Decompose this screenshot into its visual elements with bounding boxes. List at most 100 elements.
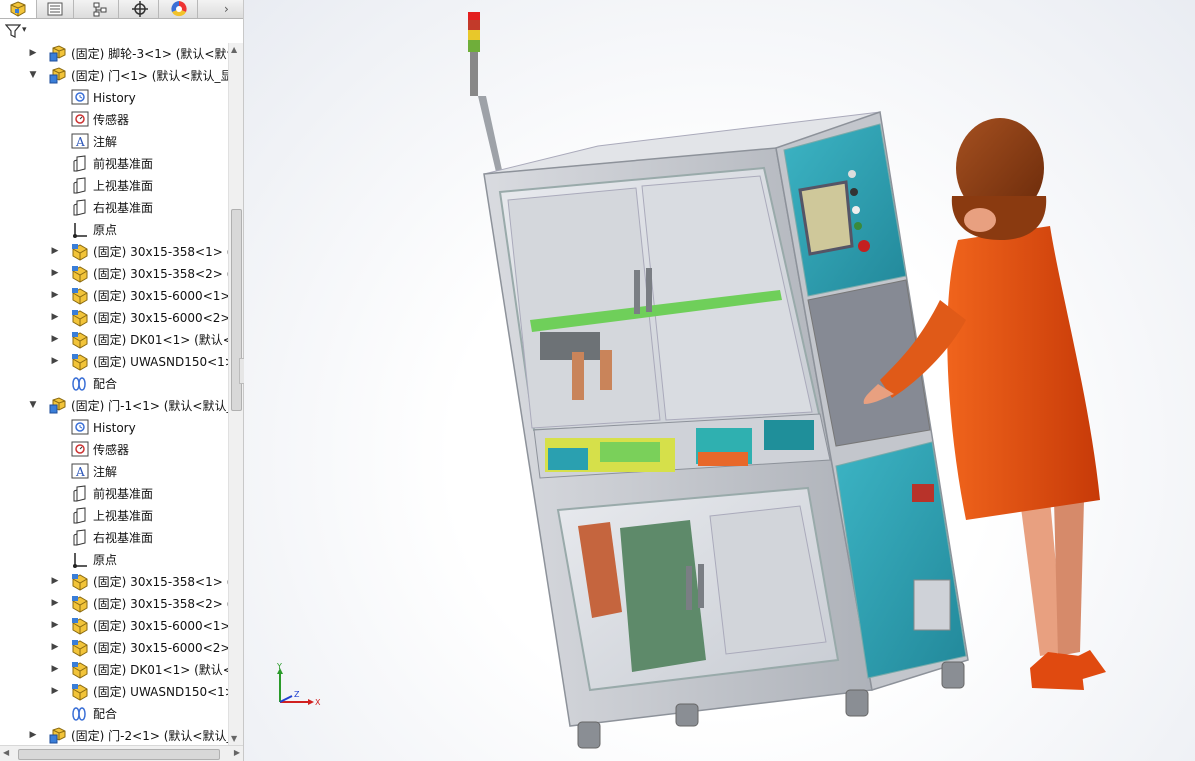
tree-item-label: 前视基准面 [93, 157, 154, 171]
annotation-icon: A [71, 463, 89, 481]
tree-item-label: (固定) UWASND150<1> [93, 355, 228, 369]
expand-arrow-icon[interactable]: ▶ [50, 576, 60, 586]
part-icon [71, 661, 89, 679]
dimxpert-icon [132, 1, 148, 17]
tree-item[interactable]: 右视基准面 [0, 197, 228, 219]
tree-item[interactable]: ▶ (固定) 30x15-6000<2> [0, 637, 228, 659]
tree-item-label: 右视基准面 [93, 201, 154, 215]
tree-item[interactable]: ▶ (固定) 脚轮-3<1> (默认<默认 [0, 43, 228, 65]
tree-item[interactable]: 原点 [0, 549, 228, 571]
feature-tree: ▶ (固定) 脚轮-3<1> (默认<默认 ▼ (固定) 门<1> (默认<默认_显 H… [0, 43, 228, 751]
history-icon [71, 89, 89, 107]
expand-arrow-icon[interactable]: ▶ [50, 312, 60, 322]
tree-item[interactable]: ▶ (固定) DK01<1> (默认< [0, 659, 228, 681]
expand-arrow-icon[interactable]: ▶ [28, 48, 38, 58]
scroll-left-icon[interactable]: ◀ [3, 748, 9, 757]
tree-item-label: (固定) DK01<1> (默认< [93, 663, 228, 677]
tree-item[interactable]: 右视基准面 [0, 527, 228, 549]
origin-icon [71, 551, 89, 569]
tree-item-label: (固定) 脚轮-3<1> (默认<默认 [71, 47, 228, 61]
tab-feature-manager[interactable] [0, 0, 37, 18]
triad-x-label: X [315, 698, 321, 707]
plane-icon [71, 485, 89, 503]
configuration-manager-icon [93, 2, 107, 17]
tree-item[interactable]: ▶ (固定) 门-2<1> (默认<默认_ [0, 725, 228, 747]
part-icon [71, 243, 89, 261]
part-icon [71, 287, 89, 305]
expand-arrow-icon[interactable]: ▶ [50, 664, 60, 674]
expand-arrow-icon[interactable]: ▶ [50, 246, 60, 256]
expand-arrow-icon[interactable]: ▶ [28, 730, 38, 740]
tree-item[interactable]: A 注解 [0, 131, 228, 153]
tree-item-label: (固定) 30x15-6000<1> [93, 619, 228, 633]
tree-item[interactable]: 配合 [0, 703, 228, 725]
tree-item[interactable]: 传感器 [0, 439, 228, 461]
tree-item[interactable]: ▶ (固定) 30x15-358<2> (默 [0, 593, 228, 615]
tree-item[interactable]: 前视基准面 [0, 153, 228, 175]
expand-arrow-icon[interactable]: ▶ [50, 290, 60, 300]
tree-item-label: (固定) 30x15-358<2> (默 [93, 597, 228, 611]
tree-item[interactable]: A 注解 [0, 461, 228, 483]
tree-item[interactable]: History [0, 417, 228, 439]
expand-arrow-icon[interactable]: ▶ [50, 642, 60, 652]
collapse-arrow-icon[interactable]: ▼ [28, 400, 38, 410]
scroll-up-icon[interactable]: ▲ [231, 45, 237, 54]
tree-item-label: History [93, 91, 136, 105]
tab-dimxpert-manager[interactable] [122, 0, 159, 18]
tree-item[interactable]: ▶ (固定) 30x15-6000<2> [0, 307, 228, 329]
tree-item[interactable]: ▶ (固定) 30x15-358<2> (默 [0, 263, 228, 285]
tree-item[interactable]: ▶ (固定) 30x15-358<1> (默 [0, 571, 228, 593]
mate-icon [71, 375, 89, 393]
history-icon [71, 419, 89, 437]
plane-icon [71, 507, 89, 525]
property-manager-icon [47, 2, 63, 16]
expand-arrow-icon[interactable]: ▶ [50, 268, 60, 278]
feature-manager-icon [10, 1, 26, 17]
tab-configuration-manager[interactable] [82, 0, 119, 18]
tab-property-manager[interactable] [37, 0, 74, 18]
part-icon [71, 309, 89, 327]
annotation-icon: A [71, 133, 89, 151]
plane-icon [71, 155, 89, 173]
tree-item-label: 前视基准面 [93, 487, 154, 501]
tree-item[interactable]: History [0, 87, 228, 109]
expand-arrow-icon[interactable]: ▶ [50, 620, 60, 630]
display-manager-icon [171, 1, 187, 17]
tree-item[interactable]: ▶ (固定) UWASND150<1> [0, 351, 228, 373]
expand-arrow-icon[interactable]: ▶ [50, 598, 60, 608]
part-icon [71, 331, 89, 349]
tree-item[interactable]: 上视基准面 [0, 505, 228, 527]
mate-icon [71, 705, 89, 723]
tree-item[interactable]: ▼ (固定) 门-1<1> (默认<默认_ [0, 395, 228, 417]
collapse-arrow-icon[interactable]: ▼ [28, 70, 38, 80]
tree-item[interactable]: 前视基准面 [0, 483, 228, 505]
graphics-viewport[interactable]: Y X Z [244, 0, 1195, 761]
svg-text:A: A [75, 465, 85, 479]
tree-item[interactable]: ▶ (固定) UWASND150<1> [0, 681, 228, 703]
hscroll-thumb[interactable] [18, 749, 220, 760]
tree-item[interactable]: 传感器 [0, 109, 228, 131]
tree-item[interactable]: 原点 [0, 219, 228, 241]
expand-arrow-icon[interactable]: ▶ [50, 686, 60, 696]
tree-item[interactable]: ▶ (固定) 30x15-358<1> (默 [0, 241, 228, 263]
part-icon [71, 265, 89, 283]
sensor-icon [71, 441, 89, 459]
expand-arrow-icon[interactable]: ▶ [50, 334, 60, 344]
tree-item-label: (固定) DK01<1> (默认< [93, 333, 228, 347]
tree-item[interactable]: ▶ (固定) 30x15-6000<1> [0, 285, 228, 307]
tree-item[interactable]: ▶ (固定) 30x15-6000<1> [0, 615, 228, 637]
tabs-scroll-arrow[interactable]: › [224, 2, 229, 16]
tree-item[interactable]: 配合 [0, 373, 228, 395]
expand-arrow-icon[interactable]: ▶ [50, 356, 60, 366]
filter-dropdown-arrow[interactable]: ▾ [22, 25, 27, 35]
tree-item[interactable]: 上视基准面 [0, 175, 228, 197]
filter-icon[interactable] [5, 23, 21, 39]
scroll-down-icon[interactable]: ▼ [231, 734, 237, 743]
tree-item[interactable]: ▼ (固定) 门<1> (默认<默认_显 [0, 65, 228, 87]
tree-item[interactable]: ▶ (固定) DK01<1> (默认< [0, 329, 228, 351]
tree-horizontal-scrollbar[interactable]: ◀ ▶ [0, 745, 243, 761]
model-render [468, 12, 1106, 749]
origin-icon [71, 221, 89, 239]
svg-text:A: A [75, 135, 85, 149]
tab-display-manager[interactable] [161, 0, 198, 18]
